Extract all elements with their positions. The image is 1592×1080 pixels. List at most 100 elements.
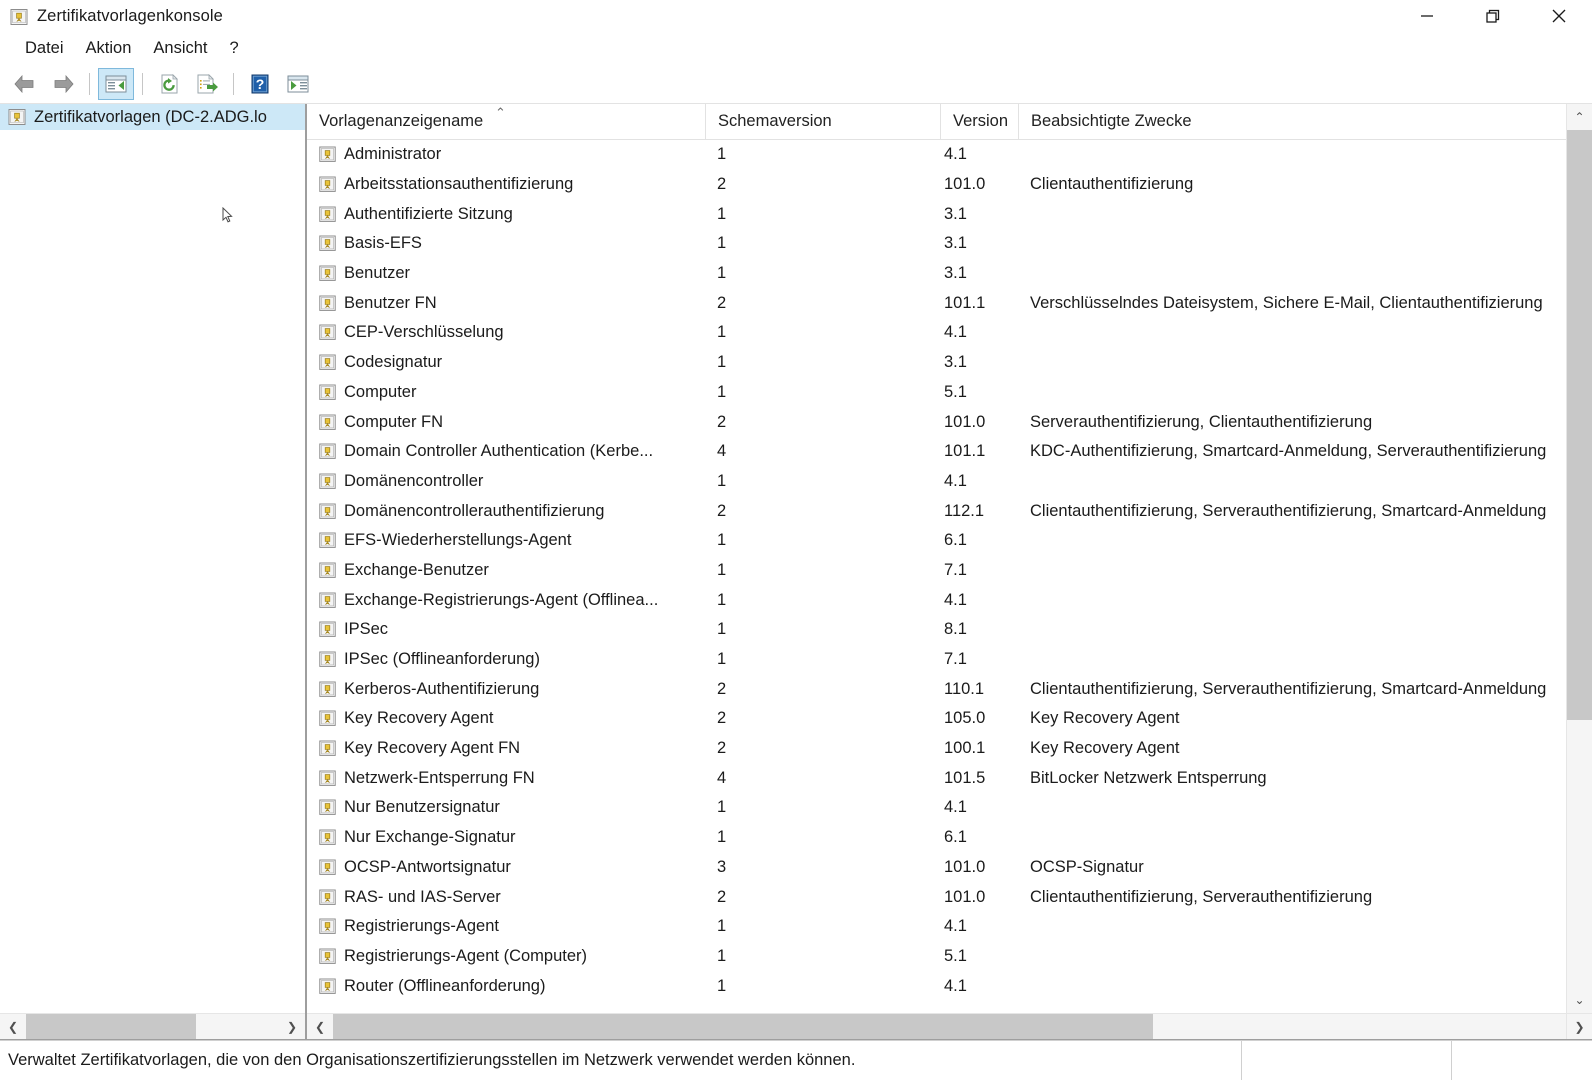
show-hide-console-tree-button[interactable] [98,67,134,100]
table-row[interactable]: Benutzer FN 2 101.1 Verschlüsselndes Dateis… [307,288,1566,318]
column-header-name[interactable]: Vorlagenanzeigename ⌃ [307,104,705,140]
cell-version: 105.0 [944,709,986,728]
table-row[interactable]: CEP-Verschlüsselung 1 4.1 [307,318,1566,348]
table-row[interactable]: Computer FN 2 101.0 Serverauthentifizierung… [307,407,1566,437]
cell-version: 4.1 [944,145,967,164]
cell-version: 4.1 [944,917,967,936]
help-button[interactable]: ? [242,68,278,100]
table-row[interactable]: Router (Offlineanforderung) 1 4.1 [307,971,1566,1001]
table-row[interactable]: RAS- und IAS-Server 2 101.0 Clientauthentif… [307,882,1566,912]
scroll-down-icon[interactable]: ⌄ [1567,987,1592,1013]
refresh-button[interactable] [151,68,187,100]
table-row[interactable]: Nur Benutzersignatur 1 4.1 [307,793,1566,823]
scroll-up-icon[interactable]: ⌃ [1567,104,1592,130]
table-row[interactable]: Exchange-Registrierungs-Agent (Offlinea.… [307,585,1566,615]
table-row[interactable]: Key Recovery Agent 2 105.0 Key Recovery Age… [307,704,1566,734]
forward-button[interactable] [45,68,81,100]
menu-help[interactable]: ? [219,36,250,61]
table-row[interactable]: IPSec 1 8.1 [307,615,1566,645]
window-controls [1394,0,1592,32]
list-horizontal-scrollbar[interactable]: ❮ ❯ [307,1013,1592,1039]
show-action-pane-button[interactable] [280,68,316,100]
column-header-purposes[interactable]: Beabsichtigte Zwecke [1018,104,1566,140]
table-row[interactable]: Benutzer 1 3.1 [307,259,1566,289]
cell-intended-purposes: BitLocker Netzwerk Entsperrung [1030,768,1267,787]
scroll-left-icon[interactable]: ❮ [0,1014,26,1039]
minimize-icon [1421,15,1433,17]
list-vscroll-thumb[interactable] [1567,130,1592,720]
templates-list[interactable]: Administrator 1 4.1 Arbeitsstationsauthenti… [307,140,1566,1013]
column-header-version[interactable]: Version [940,104,1018,140]
certificate-template-icon [319,651,336,668]
cell-intended-purposes [1018,526,1566,556]
cell-schema-version: 2 [717,412,727,431]
tree-hscroll-track[interactable] [26,1014,279,1039]
cell-template-name: Registrierungs-Agent [307,912,705,942]
table-row[interactable]: Codesignatur 1 3.1 [307,348,1566,378]
menu-ansicht[interactable]: Ansicht [142,36,218,61]
table-row[interactable]: Registrierungs-Agent 1 4.1 [307,912,1566,942]
list-hscroll-thumb[interactable] [333,1014,1153,1039]
table-row[interactable]: IPSec (Offlineanforderung) 1 7.1 [307,645,1566,675]
cell-template-name: Authentifizierte Sitzung [307,199,705,229]
table-row[interactable]: Computer 1 5.1 [307,378,1566,408]
table-row[interactable]: Domänencontroller 1 4.1 [307,467,1566,497]
cell-schema-version: 2 [717,709,727,728]
menu-datei[interactable]: Datei [14,36,75,61]
scroll-right-icon[interactable]: ❯ [1566,1014,1592,1039]
table-row[interactable]: Exchange-Benutzer 1 7.1 [307,556,1566,586]
back-button[interactable] [7,68,43,100]
scroll-right-icon[interactable]: ❯ [279,1014,305,1039]
cell-schema-version: 1 [717,917,727,936]
tree-horizontal-scrollbar[interactable]: ❮ ❯ [0,1013,305,1039]
cell-schema-version: 4 [717,442,727,461]
tree-hscroll-thumb[interactable] [26,1014,196,1039]
cell-template-name: Kerberos-Authentifizierung [307,674,705,704]
table-row[interactable]: OCSP-Antwortsignatur 3 101.0 OCSP-Signatur [307,853,1566,883]
restore-button[interactable] [1460,0,1526,32]
status-panel-3 [1451,1040,1592,1080]
toolbar-separator [89,72,90,95]
table-row[interactable]: Administrator 1 4.1 [307,140,1566,170]
console-tree[interactable]: Zertifikatvorlagen (DC-2.ADG.lo [0,104,305,1013]
cell-version: 5.1 [944,946,967,965]
cell-template-name: Key Recovery Agent [307,704,705,734]
close-button[interactable] [1526,0,1592,32]
sidebar-item-zertifikatvorlagen[interactable]: Zertifikatvorlagen (DC-2.ADG.lo [0,104,305,130]
table-row[interactable]: Key Recovery Agent FN 2 100.1 Key Recovery … [307,734,1566,764]
help-icon: ? [251,74,269,93]
template-name-label: Computer [344,382,417,401]
cell-intended-purposes [1018,467,1566,497]
table-row[interactable]: Domain Controller Authentication (Kerbe.… [307,437,1566,467]
table-row[interactable]: Authentifizierte Sitzung 1 3.1 [307,199,1566,229]
table-row[interactable]: Netzwerk-Entsperrung FN 4 101.5 BitLocker N… [307,763,1566,793]
table-row[interactable]: EFS-Wiederherstellungs-Agent 1 6.1 [307,526,1566,556]
cell-intended-purposes [1018,348,1566,378]
template-name-label: Domain Controller Authentication (Kerbe.… [344,442,654,461]
cell-version: 101.0 [944,175,986,194]
column-header-schema[interactable]: Schemaversion [705,104,940,140]
menu-aktion[interactable]: Aktion [75,36,143,61]
template-name-label: Nur Benutzersignatur [344,798,500,817]
table-row[interactable]: Nur Exchange-Signatur 1 6.1 [307,823,1566,853]
export-list-button[interactable] [189,68,225,100]
certificate-template-icon [319,384,336,401]
list-hscroll-track[interactable] [333,1014,1566,1039]
cell-intended-purposes [1018,912,1566,942]
cell-intended-purposes: KDC-Authentifizierung, Smartcard-Anmeldu… [1030,442,1547,461]
cell-intended-purposes [1018,942,1566,972]
table-row[interactable]: Basis-EFS 1 3.1 [307,229,1566,259]
cell-intended-purposes [1018,971,1566,1001]
list-vertical-scrollbar[interactable]: ⌃ ⌄ [1566,104,1592,1013]
cell-intended-purposes [1018,140,1566,170]
table-row[interactable]: Domänencontrollerauthentifizierung 2 112.1… [307,496,1566,526]
table-row[interactable]: Kerberos-Authentifizierung 2 110.1 Clientau… [307,674,1566,704]
scroll-left-icon[interactable]: ❮ [307,1014,333,1039]
table-row[interactable]: Arbeitsstationsauthentifizierung 2 101.0 Cl… [307,170,1566,200]
cell-schema-version: 1 [717,382,727,401]
template-name-label: Exchange-Benutzer [344,560,489,579]
table-row[interactable]: Registrierungs-Agent (Computer) 1 5.1 [307,942,1566,972]
minimize-button[interactable] [1394,0,1460,32]
list-vscroll-track[interactable] [1567,130,1592,987]
certificate-template-icon [319,948,336,965]
